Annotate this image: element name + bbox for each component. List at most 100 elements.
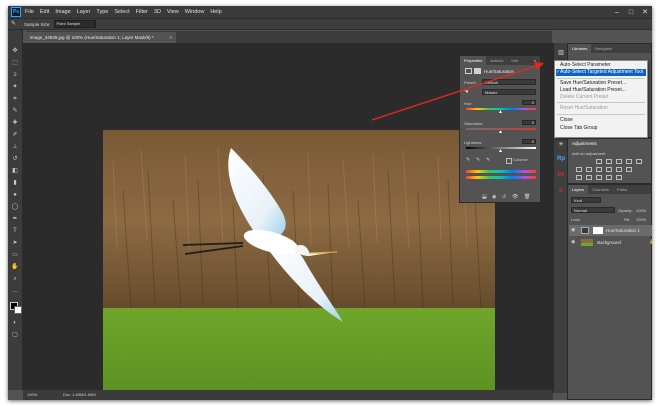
tab-layers[interactable]: Layers <box>568 185 589 194</box>
rectangle-tool-icon[interactable]: ▭ <box>11 252 19 259</box>
layer-name[interactable]: Background <box>597 240 621 245</box>
tab-paths[interactable]: Paths <box>613 187 631 192</box>
eyedropper-icon[interactable]: ✎ <box>11 20 20 28</box>
brightness-contrast-icon[interactable] <box>596 159 602 164</box>
tab-navigator[interactable]: Navigator <box>591 46 616 51</box>
eyedropper-sample-icon[interactable]: ✎ <box>466 157 470 163</box>
sample-size-select[interactable]: Point Sample <box>53 20 96 28</box>
quick-select-tool-icon[interactable]: ✦ <box>11 84 19 91</box>
layer-row-hue-saturation[interactable]: ◉ Hue/Saturation 1 <box>569 225 652 236</box>
colorize-checkbox[interactable] <box>506 158 512 164</box>
opacity-value[interactable]: 100% <box>636 208 646 213</box>
crop-tool-icon[interactable]: ⌗ <box>11 96 19 103</box>
tab-info[interactable]: Info <box>507 58 522 63</box>
lasso-tool-icon[interactable]: ↄ <box>11 72 19 79</box>
tab-actions[interactable]: Actions <box>486 58 507 63</box>
layer-mask-thumbnail[interactable] <box>593 227 603 234</box>
eye-icon[interactable]: ◉ <box>571 240 576 245</box>
tab-channels[interactable]: Channels <box>588 187 613 192</box>
menu-filter[interactable]: Filter <box>136 9 148 15</box>
brush-tool-icon[interactable]: ✐ <box>11 132 19 139</box>
menu-type[interactable]: Type <box>96 9 108 15</box>
menu-image[interactable]: Image <box>55 9 70 15</box>
menu-help[interactable]: Help <box>210 9 221 15</box>
tab-libraries[interactable]: Libraries <box>568 44 592 53</box>
menu-select[interactable]: Select <box>114 9 129 15</box>
path-select-tool-icon[interactable]: ➤ <box>11 240 19 247</box>
panel-collapse-icon[interactable]: « <box>530 58 540 63</box>
black-white-icon[interactable] <box>596 167 602 172</box>
type-tool-icon[interactable]: T <box>11 228 19 235</box>
hue-slider-thumb[interactable]: ▲ <box>498 109 503 115</box>
color-wheel-icon[interactable]: ⊛ <box>556 187 566 196</box>
tab-properties[interactable]: Properties <box>460 56 487 65</box>
hand-tool-icon[interactable]: ✋ <box>11 264 19 271</box>
adjustments-icon[interactable]: ✳ <box>556 141 566 150</box>
color-lookup-icon[interactable] <box>626 167 632 172</box>
eye-icon[interactable]: ◉ <box>571 228 576 233</box>
blend-mode-select[interactable]: Normal <box>571 207 615 213</box>
layer-filter-kind[interactable]: Kind <box>571 197 601 203</box>
visibility-icon[interactable]: 👁 <box>512 194 518 200</box>
mask-icon[interactable] <box>474 68 481 74</box>
library-icon[interactable]: ▥ <box>556 49 566 58</box>
invert-icon[interactable] <box>576 175 582 180</box>
reset-icon[interactable]: ↺ <box>502 194 506 200</box>
threshold-icon[interactable] <box>596 175 602 180</box>
menu-load-preset[interactable]: Load Hue/Saturation Preset... <box>560 87 626 93</box>
levels-icon[interactable] <box>606 159 612 164</box>
healing-tool-icon[interactable]: ✚ <box>11 120 19 127</box>
stamp-tool-icon[interactable]: ⊥ <box>11 144 19 151</box>
move-tool-icon[interactable]: ✥ <box>11 48 19 55</box>
rp-plugin-icon[interactable]: Rp <box>556 155 566 164</box>
menu-save-preset[interactable]: Save Hue/Saturation Preset... <box>560 80 626 86</box>
im-plugin-icon[interactable]: im <box>556 171 566 180</box>
menu-auto-select-targeted-adjustment-tool[interactable]: Auto-Select Targeted Adjustment Tool <box>560 69 643 75</box>
dodge-tool-icon[interactable]: ◯ <box>11 204 19 211</box>
lightness-value-field[interactable]: 0 <box>522 139 536 144</box>
more-tools-icon[interactable]: … <box>11 288 19 295</box>
menu-edit[interactable]: Edit <box>40 9 49 15</box>
pen-tool-icon[interactable]: ✒ <box>11 216 19 223</box>
gradient-map-icon[interactable] <box>606 175 612 180</box>
screen-mode-icon[interactable]: ▢ <box>11 332 19 339</box>
menu-view[interactable]: View <box>167 9 179 15</box>
saturation-slider-thumb[interactable]: ▲ <box>498 129 503 135</box>
photo-egret-in-flight[interactable] <box>103 130 495 392</box>
menu-close[interactable]: Close <box>560 117 573 123</box>
saturation-value-field[interactable]: 0 <box>522 120 536 125</box>
exposure-icon[interactable] <box>626 159 632 164</box>
menu-close-tab-group[interactable]: Close Tab Group <box>560 125 597 131</box>
delete-adjustment-icon[interactable]: 🗑 <box>524 194 530 200</box>
close-icon[interactable]: ✕ <box>638 6 652 18</box>
photo-filter-icon[interactable] <box>606 167 612 172</box>
status-zoom[interactable]: 100% <box>27 390 37 400</box>
close-tab-icon[interactable]: × <box>169 32 172 43</box>
menu-auto-select-parameter[interactable]: Auto-Select Parameter <box>560 62 611 68</box>
background-color-swatch[interactable] <box>14 306 22 314</box>
color-balance-icon[interactable] <box>586 167 592 172</box>
curves-icon[interactable] <box>616 159 622 164</box>
maximize-icon[interactable]: □ <box>624 6 638 18</box>
targeted-adjust-icon[interactable]: ☚ <box>464 89 468 95</box>
gradient-tool-icon[interactable]: ▮ <box>11 180 19 187</box>
vibrance-icon[interactable] <box>636 159 642 164</box>
quick-mask-icon[interactable]: ◐ <box>11 320 19 327</box>
menu-3d[interactable]: 3D <box>154 9 161 15</box>
zoom-tool-icon[interactable]: ⌕ <box>11 276 19 283</box>
history-brush-icon[interactable]: ↺ <box>11 156 19 163</box>
layer-row-background[interactable]: ◉ Background 🔒 <box>569 237 652 248</box>
selective-color-icon[interactable] <box>616 175 622 180</box>
menu-file[interactable]: File <box>25 9 34 15</box>
channel-mixer-icon[interactable] <box>616 167 622 172</box>
blur-tool-icon[interactable]: ● <box>11 192 19 199</box>
eyedropper-add-icon[interactable]: ✎ <box>476 157 480 163</box>
eyedropper-tool-icon[interactable]: ✎ <box>11 108 19 115</box>
layer-name[interactable]: Hue/Saturation 1 <box>606 228 640 233</box>
menu-window[interactable]: Window <box>185 9 205 15</box>
menu-layer[interactable]: Layer <box>77 9 91 15</box>
preset-select[interactable]: Default <box>482 79 536 85</box>
eraser-tool-icon[interactable]: ◧ <box>11 168 19 175</box>
fill-value[interactable]: 100% <box>636 217 646 222</box>
view-previous-icon[interactable]: ◉ <box>492 194 496 200</box>
